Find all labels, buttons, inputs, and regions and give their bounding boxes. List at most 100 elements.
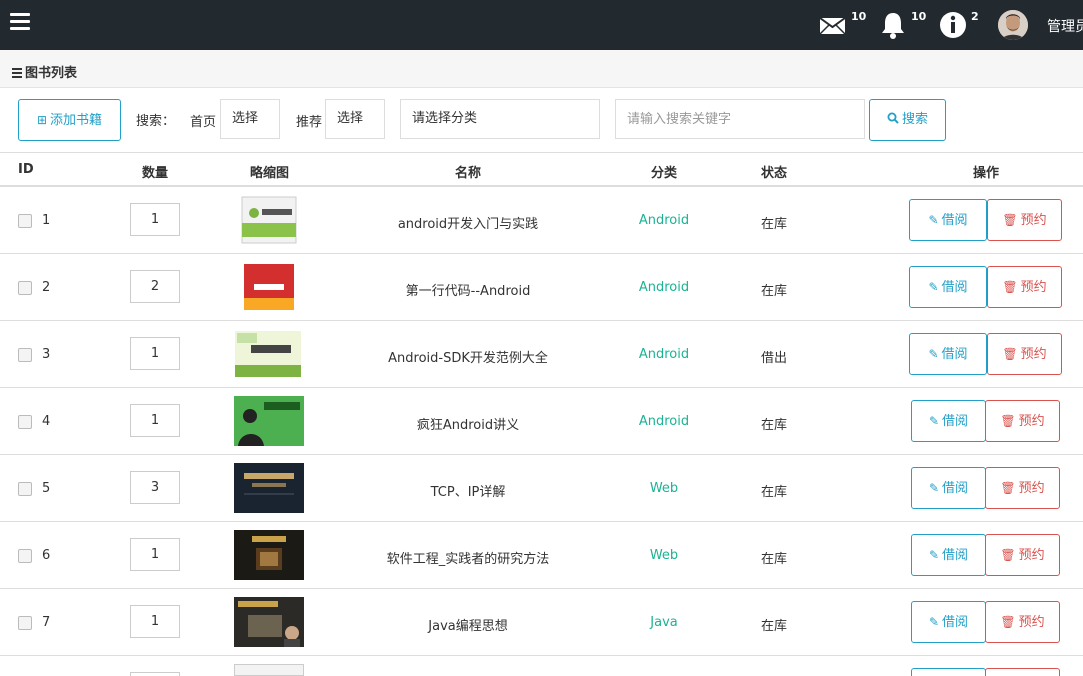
reserve-button[interactable]: 🗑 预约 (987, 333, 1062, 375)
add-book-label: 添加书籍 (50, 113, 103, 128)
category-select[interactable]: 请选择分类 (400, 99, 600, 139)
book-name: TCP、IP详解 (430, 485, 506, 500)
book-cover-thumbnail[interactable] (234, 463, 304, 513)
borrow-button[interactable]: ✎ 借阅 (911, 400, 986, 442)
info-icon[interactable] (938, 10, 968, 40)
book-cover-thumbnail[interactable] (238, 195, 300, 245)
quantity-field[interactable]: 2 (130, 270, 180, 303)
edit-icon: ✎ (928, 280, 939, 294)
reserve-button[interactable]: 🗑 预约 (985, 467, 1060, 509)
book-cover-thumbnail[interactable] (234, 396, 304, 446)
book-status: 在库 (760, 284, 787, 299)
table-row: 7 1 Java编程思想 Java 在库 ✎ 借阅 🗑 预约 (0, 589, 1083, 656)
reserve-button[interactable]: 🗑 预约 (985, 400, 1060, 442)
mail-icon[interactable] (818, 10, 848, 40)
reserve-button[interactable]: 🗑 预约 (985, 601, 1060, 643)
menu-toggle-icon[interactable] (10, 13, 30, 31)
book-cover-thumbnail[interactable] (233, 329, 303, 379)
book-name: Android-SDK开发范例大全 (388, 351, 548, 366)
reserve-label: 预约 (1020, 213, 1047, 228)
book-category: Android (638, 280, 690, 295)
quantity-field[interactable]: 1 (130, 203, 180, 236)
book-cover-thumbnail[interactable] (240, 262, 298, 312)
book-category: Android (638, 347, 690, 362)
home-select[interactable]: 选择 (220, 99, 280, 139)
row-checkbox[interactable] (18, 616, 32, 630)
book-category: Android (638, 213, 690, 228)
home-label: 首页 (190, 115, 217, 130)
book-name: 疯狂Android讲义 (416, 418, 520, 433)
keyword-search-input[interactable] (615, 99, 865, 139)
user-name[interactable]: 管理员 (1047, 16, 1083, 36)
row-checkbox[interactable] (18, 281, 32, 295)
book-status: 在库 (760, 552, 787, 567)
panel-heading: 图书列表 (0, 50, 1083, 88)
col-header-qty: 数量 (142, 166, 169, 181)
info-count-badge: 2 (971, 10, 979, 23)
borrow-button[interactable] (911, 668, 986, 676)
col-header-name: 名称 (455, 166, 482, 181)
row-id: 1 (42, 213, 51, 228)
search-label: 搜索： (136, 114, 176, 129)
edit-icon: ✎ (928, 347, 939, 361)
list-icon (12, 67, 22, 80)
table-row: 1 1 android开发入门与实践 Android 在库 ✎ 借阅 🗑 预约 (0, 187, 1083, 254)
quantity-field[interactable]: 1 (130, 404, 180, 437)
table-row: 4 1 疯狂Android讲义 Android 在库 ✎ 借阅 🗑 预约 (0, 388, 1083, 455)
borrow-label: 借阅 (941, 280, 968, 295)
top-navbar: 10 10 2 管理员 (0, 0, 1083, 50)
reserve-button[interactable]: 🗑 预约 (985, 534, 1060, 576)
row-checkbox[interactable] (18, 214, 32, 228)
quantity-field[interactable]: 3 (130, 471, 180, 504)
borrow-button[interactable]: ✎ 借阅 (909, 266, 987, 308)
table-top-border (0, 152, 1083, 153)
reserve-button[interactable] (985, 668, 1060, 676)
book-status: 在库 (760, 217, 787, 232)
reserve-label: 预约 (1020, 280, 1047, 295)
borrow-button[interactable]: ✎ 借阅 (911, 534, 986, 576)
book-category: Android (638, 414, 690, 429)
borrow-button[interactable]: ✎ 借阅 (911, 467, 986, 509)
trash-icon: 🗑 (1002, 347, 1018, 361)
quantity-field[interactable]: 1 (130, 538, 180, 571)
plus-square-icon: ⊞ (36, 113, 48, 127)
borrow-button[interactable]: ✎ 借阅 (911, 601, 986, 643)
row-id: 2 (42, 280, 51, 295)
row-checkbox[interactable] (18, 348, 32, 362)
quantity-field[interactable]: 1 (130, 605, 180, 638)
row-id: 7 (42, 615, 51, 630)
reserve-button[interactable]: 🗑 预约 (987, 199, 1062, 241)
book-status: 在库 (760, 485, 787, 500)
book-status: 在库 (760, 418, 787, 433)
borrow-label: 借阅 (942, 548, 969, 563)
book-cover-thumbnail[interactable] (234, 664, 304, 676)
bell-icon[interactable] (878, 10, 908, 40)
trash-icon: 🗑 (1000, 548, 1016, 562)
quantity-field[interactable] (130, 672, 180, 676)
book-cover-thumbnail[interactable] (234, 530, 304, 580)
row-checkbox[interactable] (18, 415, 32, 429)
borrow-button[interactable]: ✎ 借阅 (909, 333, 987, 375)
col-header-category: 分类 (651, 166, 678, 181)
trash-icon: 🗑 (1000, 481, 1016, 495)
borrow-label: 借阅 (942, 615, 969, 630)
col-header-id: ID (18, 162, 34, 177)
book-status: 在库 (760, 619, 787, 634)
borrow-button[interactable]: ✎ 借阅 (909, 199, 987, 241)
row-checkbox[interactable] (18, 482, 32, 496)
table-row-partial (0, 656, 1083, 676)
row-checkbox[interactable] (18, 549, 32, 563)
borrow-label: 借阅 (941, 213, 968, 228)
reserve-button[interactable]: 🗑 预约 (987, 266, 1062, 308)
recommend-select[interactable]: 选择 (325, 99, 385, 139)
row-id: 5 (42, 481, 51, 496)
search-button-label: 搜索 (901, 112, 928, 127)
book-name: 软件工程_实践者的研究方法 (386, 552, 550, 567)
user-avatar[interactable] (998, 10, 1028, 40)
book-cover-thumbnail[interactable] (234, 597, 304, 647)
quantity-field[interactable]: 1 (130, 337, 180, 370)
search-button[interactable]: 搜索 (869, 99, 946, 141)
add-book-button[interactable]: ⊞ 添加书籍 (18, 99, 121, 141)
recommend-label: 推荐 (296, 115, 323, 130)
reserve-label: 预约 (1018, 615, 1045, 630)
